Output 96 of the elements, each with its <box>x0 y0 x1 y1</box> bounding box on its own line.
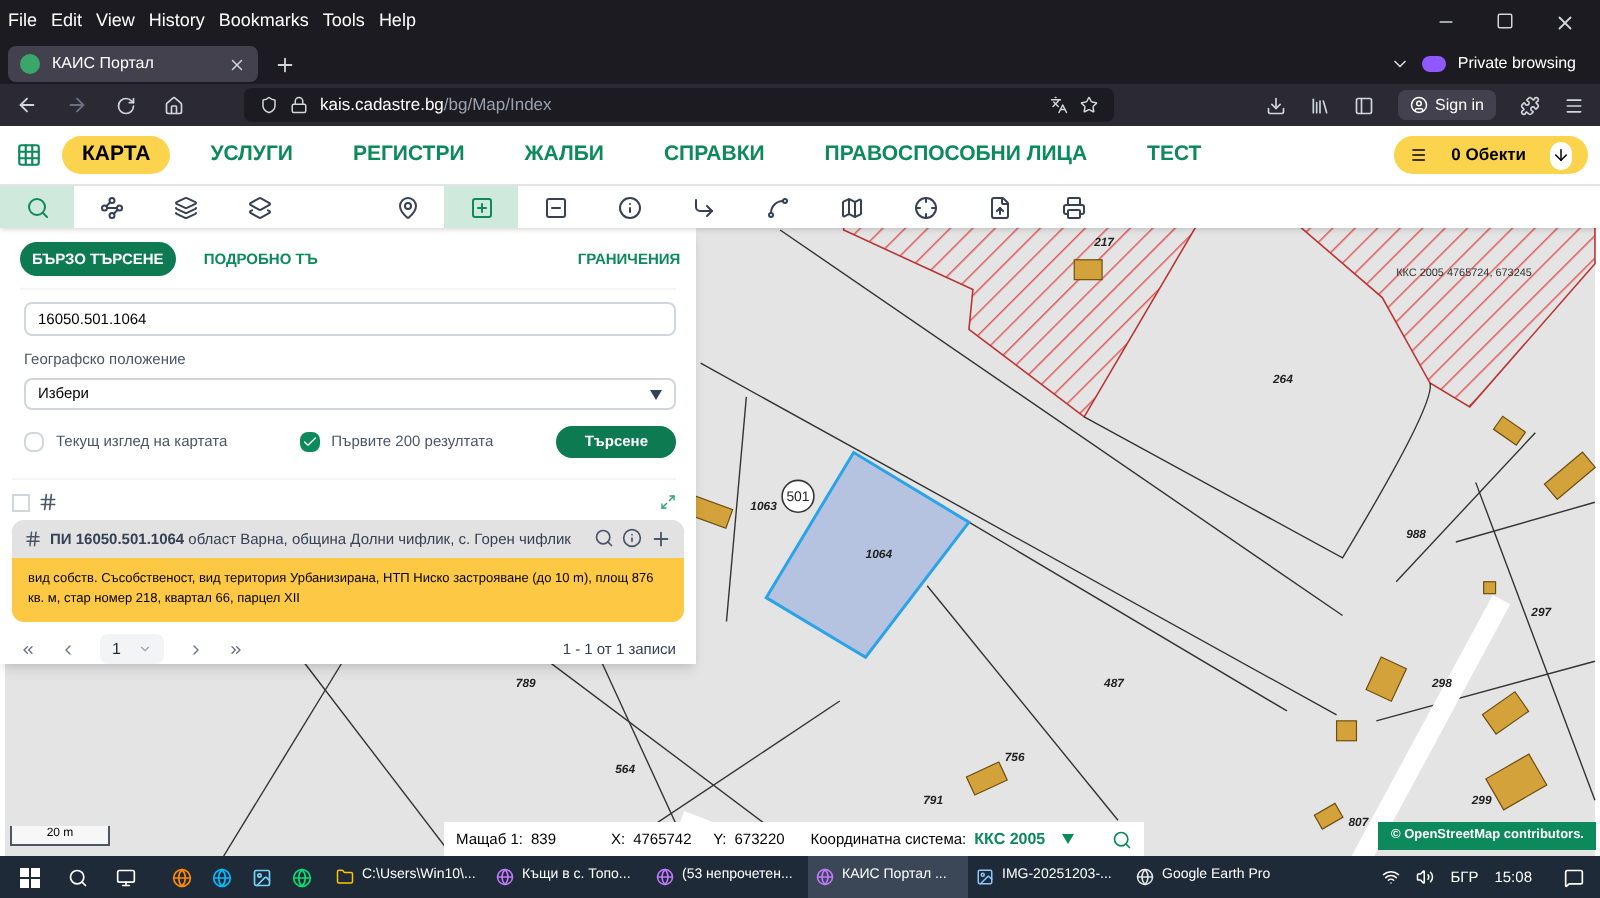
last-page-icon[interactable] <box>228 641 244 657</box>
lock-icon <box>290 96 308 114</box>
address-bar[interactable]: kais.cadastre.bg/bg/Map/Index <box>244 88 1114 122</box>
browser-tab[interactable]: КАИС Портал <box>8 46 258 82</box>
info-icon[interactable] <box>622 528 642 548</box>
library-icon[interactable] <box>1309 95 1330 115</box>
image-icon[interactable] <box>252 867 272 887</box>
back-icon[interactable] <box>16 94 38 116</box>
nav-link[interactable]: РЕГИСТРИ <box>332 135 485 175</box>
sidebar-icon[interactable] <box>1353 95 1374 115</box>
home-icon[interactable] <box>164 95 184 115</box>
menu-icon <box>1410 144 1428 166</box>
close-icon[interactable] <box>1554 11 1576 33</box>
globe-icon <box>1136 868 1154 886</box>
dropdown-arrow-icon <box>1061 834 1074 844</box>
maximize-icon[interactable] <box>1496 11 1514 29</box>
expand-icon[interactable] <box>660 494 676 510</box>
first-page-icon[interactable] <box>20 641 36 657</box>
menu-item[interactable]: History <box>148 8 205 36</box>
menu-item[interactable]: View <box>96 8 135 36</box>
folder-icon <box>336 868 354 886</box>
nav-link[interactable]: ЖАЛБИ <box>504 135 624 175</box>
download-icon[interactable] <box>1265 95 1286 115</box>
globe-icon <box>816 868 834 886</box>
square-minus-icon <box>543 195 567 219</box>
sign-in-button[interactable]: Sign in <box>1397 90 1496 120</box>
account-icon <box>1409 96 1428 114</box>
nav-link[interactable]: СПРАВКИ <box>643 135 785 175</box>
toolbar-button[interactable] <box>74 186 148 228</box>
apps-grid-icon[interactable] <box>16 142 42 168</box>
file-icon <box>987 195 1011 219</box>
objects-button[interactable]: 0 Обекти <box>1394 136 1588 174</box>
crosshair-icon <box>913 195 937 219</box>
nodes-icon <box>99 195 123 219</box>
image-icon <box>976 868 994 886</box>
wifi-icon[interactable] <box>1382 868 1401 886</box>
translate-icon[interactable] <box>1050 96 1068 114</box>
building <box>1073 259 1103 281</box>
new-tab-icon[interactable] <box>274 53 296 75</box>
toolbar-button[interactable] <box>370 186 444 228</box>
stack-icon <box>247 195 271 219</box>
nav-link[interactable]: ТЕСТ <box>1127 135 1222 175</box>
printer-icon <box>1061 195 1085 219</box>
next-page-icon[interactable] <box>188 641 204 657</box>
globe-icon <box>656 868 674 886</box>
menu-item[interactable]: Bookmarks <box>218 8 309 36</box>
globe-icon[interactable] <box>172 867 192 887</box>
district-circle <box>781 479 815 513</box>
site-favicon-icon <box>20 54 40 74</box>
task-view-icon[interactable] <box>116 867 136 887</box>
windows-logo-icon[interactable] <box>20 867 40 887</box>
square-plus-icon <box>469 195 493 219</box>
plus-icon[interactable] <box>650 528 672 550</box>
close-icon[interactable] <box>228 55 246 73</box>
info-icon <box>617 195 641 219</box>
grid-icon <box>24 530 42 548</box>
check-icon <box>301 434 318 450</box>
system-select[interactable]: ККС 2005 <box>974 827 1074 851</box>
map-icon <box>839 195 863 219</box>
globe-icon[interactable] <box>212 867 232 887</box>
zoom-icon[interactable] <box>594 528 614 548</box>
building <box>1483 581 1497 595</box>
shape-icon <box>765 195 789 219</box>
menu-item[interactable]: Tools <box>322 8 365 36</box>
grid-icon <box>38 492 58 512</box>
shield-icon <box>260 96 278 114</box>
building <box>1336 720 1358 742</box>
forward-icon[interactable] <box>66 94 88 116</box>
notifications-icon[interactable] <box>1564 867 1584 887</box>
checkbox[interactable] <box>299 432 320 452</box>
chevron-icon <box>138 642 152 656</box>
speaker-icon[interactable] <box>1416 868 1435 886</box>
menu-item[interactable]: Help <box>378 8 416 36</box>
menu-item[interactable]: File <box>8 8 38 36</box>
dropdown-arrow-icon <box>650 389 662 400</box>
building <box>1313 802 1344 830</box>
nav-link[interactable]: ПРАВОСПОСОБНИ ЛИЦА <box>804 135 1108 175</box>
corner-arrow-icon <box>691 195 715 219</box>
menu-item[interactable]: Edit <box>51 8 83 36</box>
previous-page-icon[interactable] <box>60 641 76 657</box>
private-browsing-label: Private browsing <box>1457 52 1576 76</box>
menu-icon[interactable] <box>1564 95 1584 115</box>
search-icon <box>25 195 49 219</box>
nav-link[interactable]: УСЛУГИ <box>190 135 313 175</box>
select-all-checkbox[interactable] <box>12 493 30 511</box>
reload-icon[interactable] <box>116 95 136 115</box>
globe-icon <box>496 868 514 886</box>
globe-icon[interactable] <box>292 867 312 887</box>
star-icon[interactable] <box>1080 96 1098 114</box>
nav-link[interactable]: КАРТА <box>62 135 171 175</box>
layers-icon <box>173 195 197 219</box>
page-select[interactable]: 1 <box>100 634 164 664</box>
toolbar-button[interactable] <box>518 186 592 228</box>
pin-icon <box>395 195 419 219</box>
extensions-icon[interactable] <box>1520 95 1540 115</box>
checkbox[interactable] <box>24 432 44 452</box>
